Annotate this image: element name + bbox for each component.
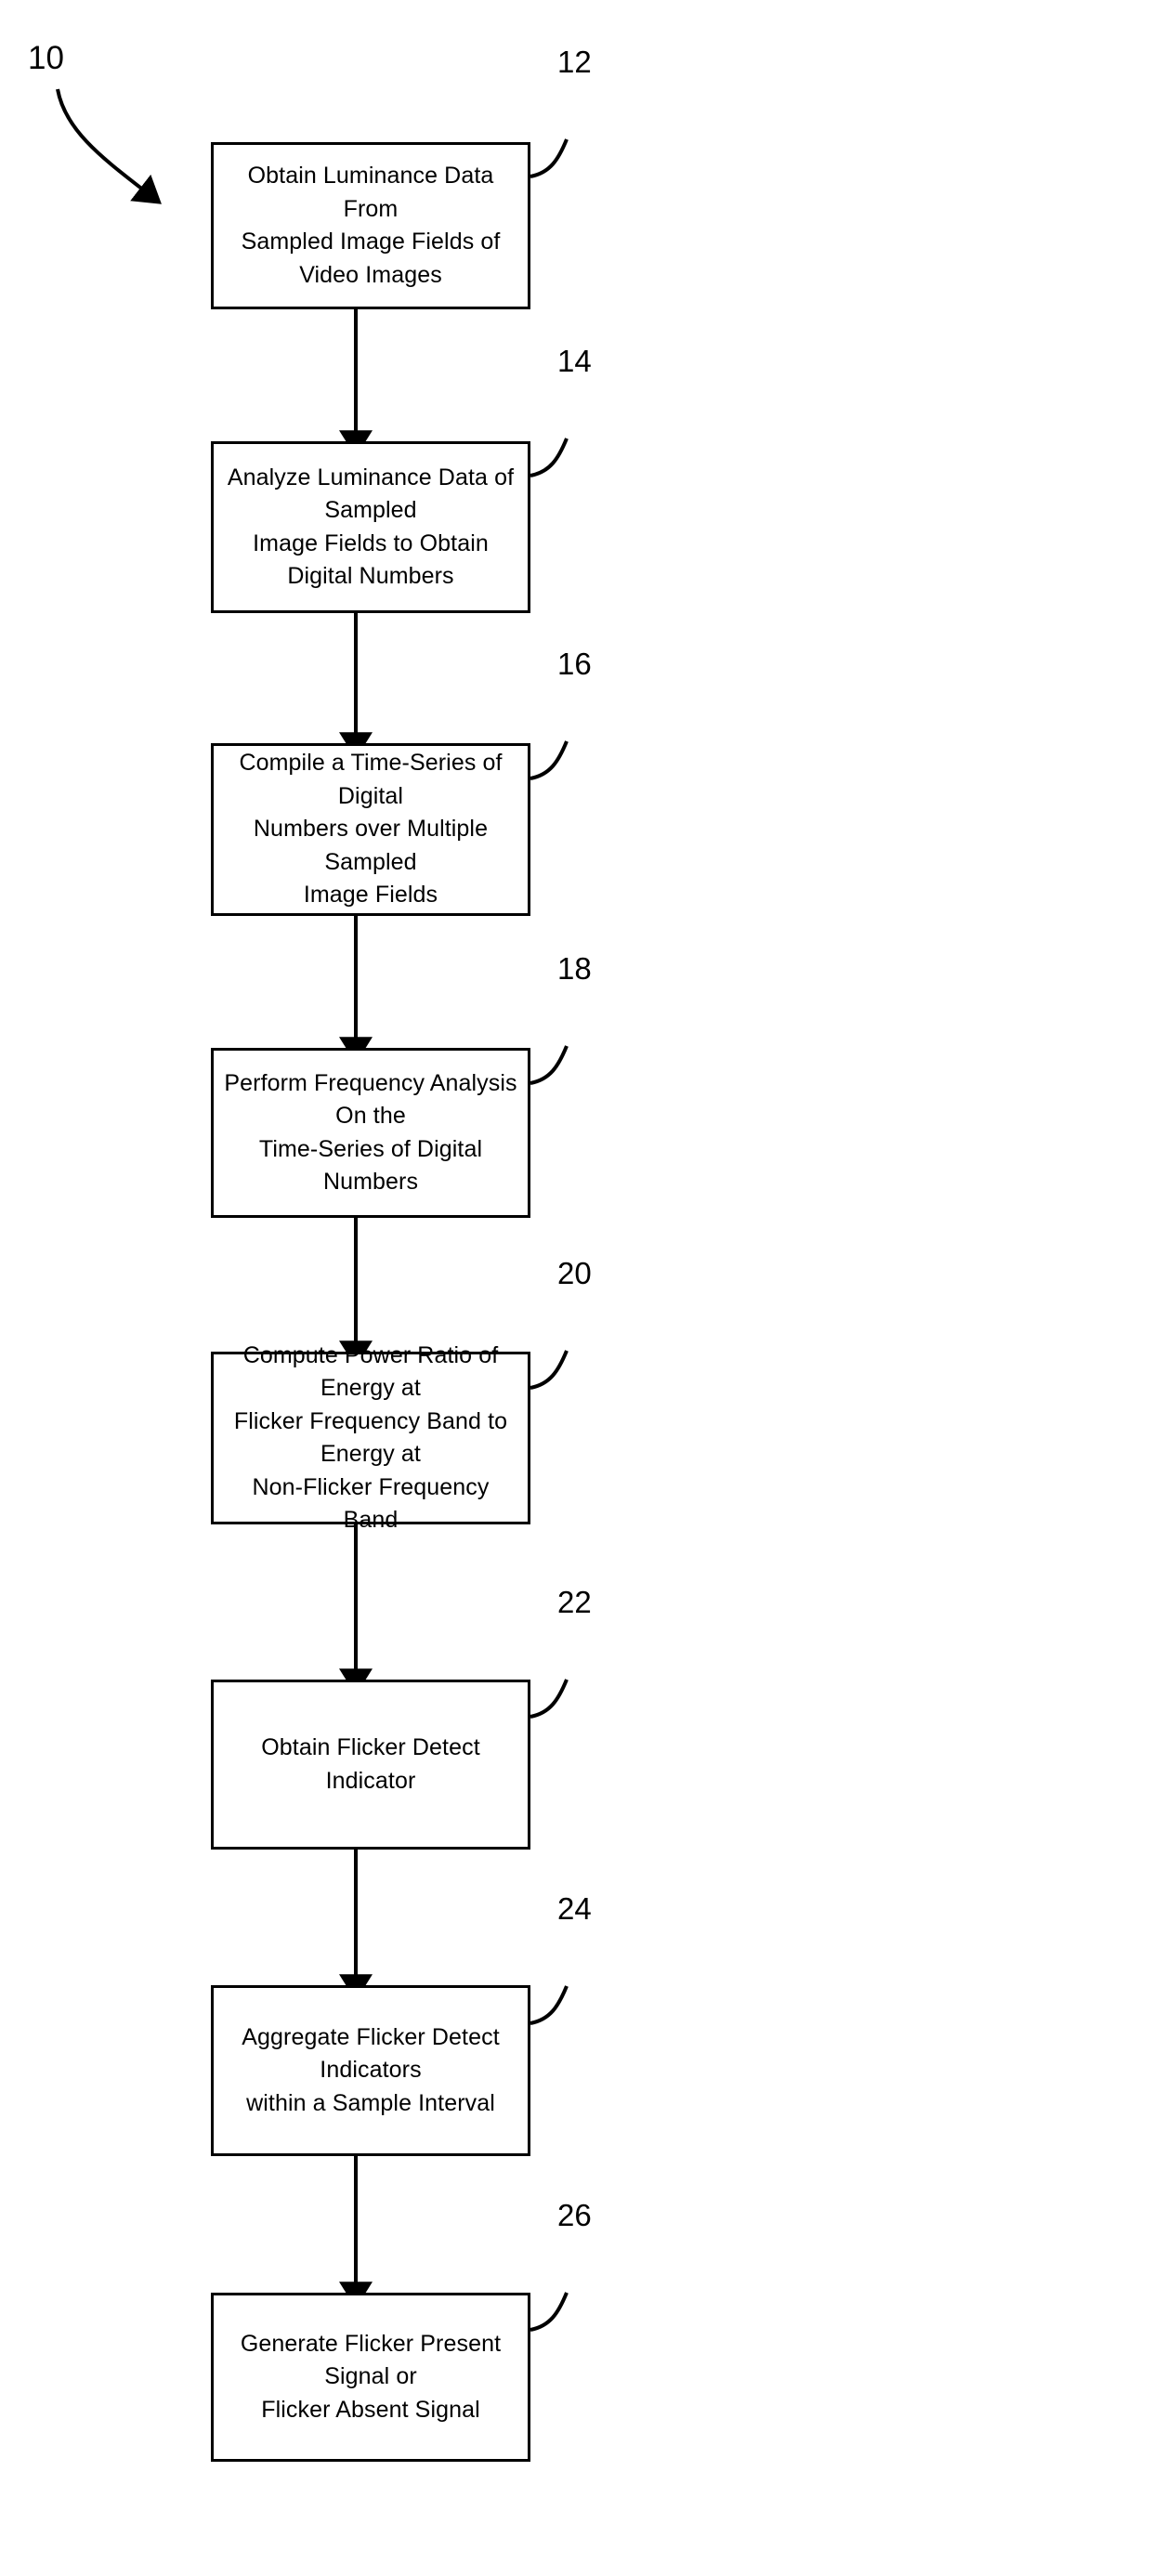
- ref-numeral-26: 26: [557, 2198, 592, 2232]
- ref-numeral-14: 14: [557, 344, 592, 378]
- leader-line-18: [530, 1045, 569, 1085]
- step-box-generate-flicker-signal: Generate Flicker Present Signal or Flick…: [211, 2293, 530, 2462]
- figure-leader-arrow: [56, 88, 162, 204]
- ref-numeral-16: 16: [557, 647, 592, 681]
- step-label-aggregate-flicker-detect-indicators: Aggregate Flicker Detect Indicators with…: [242, 2023, 500, 2116]
- ref-numeral-18: 18: [557, 951, 592, 986]
- step-label-compute-power-ratio: Compute Power Ratio of Energy at Flicker…: [233, 1341, 508, 1534]
- step-box-analyze-luminance-data: Analyze Luminance Data of Sampled Image …: [211, 441, 530, 613]
- leader-line-20: [530, 1350, 569, 1390]
- step-label-obtain-luminance-data: Obtain Luminance Data From Sampled Image…: [241, 163, 501, 288]
- step-box-perform-frequency-analysis: Perform Frequency Analysis On the Time-S…: [211, 1048, 530, 1218]
- ref-numeral-20: 20: [557, 1256, 592, 1290]
- figure-number: 10: [28, 40, 64, 76]
- leader-line-26: [530, 2292, 569, 2332]
- step-box-obtain-luminance-data: Obtain Luminance Data From Sampled Image…: [211, 142, 530, 309]
- leader-line-16: [530, 740, 569, 780]
- ref-numeral-12: 12: [557, 45, 592, 79]
- step-box-compute-power-ratio: Compute Power Ratio of Energy at Flicker…: [211, 1342, 530, 1533]
- ref-numeral-24: 24: [557, 1891, 592, 1926]
- flowchart-figure: 10 Obtain Luminance Data From Sampled Im…: [0, 0, 1164, 2576]
- step-box-compile-time-series: Compile a Time-Series of Digital Numbers…: [211, 743, 530, 916]
- step-label-compile-time-series: Compile a Time-Series of Digital Numbers…: [239, 750, 503, 909]
- leader-line-14: [530, 438, 569, 477]
- leader-line-22: [530, 1679, 569, 1719]
- step-label-analyze-luminance-data: Analyze Luminance Data of Sampled Image …: [227, 464, 515, 590]
- step-box-aggregate-flicker-detect-indicators: Aggregate Flicker Detect Indicators with…: [211, 1985, 530, 2156]
- step-label-obtain-flicker-detect-indicator: Obtain Flicker Detect Indicator: [261, 1734, 480, 1794]
- leader-line-12: [530, 138, 569, 178]
- step-box-obtain-flicker-detect-indicator: Obtain Flicker Detect Indicator: [211, 1680, 530, 1850]
- ref-numeral-22: 22: [557, 1585, 592, 1619]
- step-label-generate-flicker-signal: Generate Flicker Present Signal or Flick…: [240, 2330, 502, 2423]
- leader-line-24: [530, 1985, 569, 2025]
- step-label-perform-frequency-analysis: Perform Frequency Analysis On the Time-S…: [224, 1069, 517, 1196]
